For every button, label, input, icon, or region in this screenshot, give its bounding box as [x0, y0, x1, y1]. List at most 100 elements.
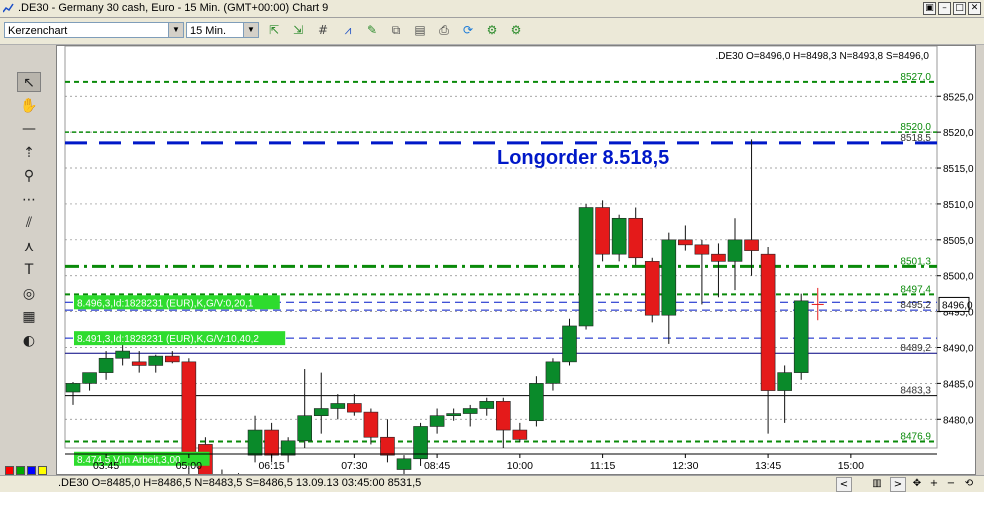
- color-swatch[interactable]: [38, 466, 47, 475]
- line-tool-icon[interactable]: —: [17, 119, 41, 139]
- status-text: .DE30 O=8485,0 H=8486,5 N=8483,5 S=8486,…: [58, 477, 422, 489]
- candle-body: [562, 325, 577, 363]
- window-title: .DE30 - Germany 30 cash, Euro - 15 Min. …: [18, 2, 329, 14]
- zoom-out-icon[interactable]: ⇲: [290, 23, 306, 38]
- zoom-in-button[interactable]: +: [927, 477, 941, 490]
- x-tick-label: 10:00: [507, 460, 533, 472]
- candle-body: [82, 372, 97, 384]
- chart-type-select[interactable]: Kerzenchart ▼: [4, 22, 184, 38]
- candle-body: [264, 429, 279, 456]
- chart-area[interactable]: 8527,0 8520,0 8518,5 8501,3 8497,4 8495,2 8489…: [56, 45, 976, 475]
- color-swatch[interactable]: [5, 466, 14, 475]
- status-bar: .DE30 O=8485,0 H=8486,5 N=8483,5 S=8486,…: [0, 475, 984, 492]
- scroll-right-button[interactable]: >: [890, 477, 906, 492]
- y-tick-label: 8515,0: [943, 164, 974, 175]
- minimize-button[interactable]: –: [938, 2, 951, 15]
- restore-button[interactable]: ▣: [923, 2, 936, 15]
- x-tick-label: 06:15: [258, 460, 284, 472]
- candle-body: [495, 401, 511, 431]
- level-label: 8520,0: [900, 122, 931, 133]
- fibonacci-tool-icon[interactable]: ⋯: [17, 190, 41, 210]
- y-tick-label: 8485,0: [943, 379, 974, 390]
- color-swatch[interactable]: [27, 466, 36, 475]
- y-tick-label: 8480,0: [943, 415, 974, 426]
- text-tool-icon[interactable]: T: [17, 260, 41, 280]
- x-tick-label: 05:00: [176, 460, 202, 472]
- pointer-tool-icon[interactable]: ↖: [17, 72, 41, 92]
- candle-body: [297, 415, 312, 442]
- edit-icon[interactable]: ✎: [364, 23, 380, 38]
- ohlc-info: .DE30 O=8496,0 H=8498,3 N=8493,8 S=8496,…: [715, 51, 929, 62]
- candle-body: [611, 217, 627, 255]
- candle-body: [115, 350, 130, 359]
- scrollbar-icon[interactable]: ▥: [870, 477, 884, 490]
- x-tick-label: 08:45: [424, 460, 450, 472]
- level-label: 8527,0: [900, 72, 931, 83]
- print-icon[interactable]: ⎙: [436, 23, 452, 38]
- candle-body: [98, 357, 114, 373]
- candle-body: [148, 355, 164, 366]
- fan-tool-icon[interactable]: ⫽: [17, 213, 41, 233]
- background-area: [0, 492, 984, 525]
- level-label: 8518,5: [900, 133, 931, 144]
- candle-body: [678, 239, 693, 246]
- hand-tool-icon[interactable]: ✋: [17, 96, 41, 116]
- candle-body: [529, 383, 544, 422]
- indicator-icon[interactable]: ⩘: [340, 23, 356, 38]
- candle-body: [380, 436, 395, 456]
- x-tick-label: 11:15: [590, 460, 616, 472]
- alert-tool-icon[interactable]: ◐: [17, 331, 41, 351]
- chart-type-value: Kerzenchart: [8, 25, 68, 37]
- candle-body: [363, 411, 379, 438]
- arrow-tool-icon[interactable]: ⇡: [17, 143, 41, 163]
- maximize-button[interactable]: □: [953, 2, 966, 15]
- level-label: 8483,3: [900, 386, 931, 397]
- level-label: 8495,2: [900, 300, 931, 311]
- template-icon[interactable]: ▤: [412, 23, 428, 38]
- timeframe-select[interactable]: 15 Min. ▼: [186, 22, 259, 38]
- candle-body: [777, 372, 792, 391]
- pan-icon[interactable]: ✥: [910, 477, 924, 490]
- candle-body: [131, 361, 147, 366]
- chart-app-icon: [3, 3, 14, 13]
- candle-body: [181, 361, 197, 463]
- pitchfork-tool-icon[interactable]: ⋏: [17, 237, 41, 257]
- level-label: 8476,9: [900, 432, 931, 443]
- settings2-icon[interactable]: ⚙: [508, 23, 524, 38]
- candle-body: [793, 300, 809, 373]
- chevron-down-icon: ▼: [168, 23, 183, 37]
- current-price-label: 8496,0: [942, 300, 973, 311]
- close-button[interactable]: ✕: [968, 2, 981, 15]
- calculator-tool-icon[interactable]: ▦: [17, 307, 41, 327]
- order-label: 8.491,3,Id:1828231 (EUR),K,G/V:10,40,2: [77, 334, 259, 345]
- refresh-icon[interactable]: ⟳: [460, 23, 476, 38]
- reset-zoom-button[interactable]: ⟲: [962, 477, 976, 490]
- zoom-out-button[interactable]: −: [944, 477, 958, 490]
- candle-body: [512, 429, 528, 440]
- candle-body: [479, 401, 495, 409]
- compare-icon[interactable]: ⧉: [388, 23, 404, 38]
- candle-body: [545, 361, 561, 384]
- scroll-left-button[interactable]: <: [836, 477, 852, 492]
- candlestick-chart[interactable]: 8527,08520,08518,58501,38497,48495,28489…: [57, 46, 975, 474]
- y-tick-label: 8510,0: [943, 200, 974, 211]
- toolbar: Kerzenchart ▼ 15 Min. ▼ ⇱ ⇲ # ⩘ ✎ ⧉ ▤ ⎙ …: [0, 18, 984, 45]
- candle-body: [661, 239, 677, 316]
- candle-body: [760, 253, 776, 391]
- zoom-in-icon[interactable]: ⇱: [266, 23, 282, 38]
- x-tick-label: 03:45: [93, 460, 119, 472]
- candle-body: [347, 403, 362, 413]
- grid-icon[interactable]: #: [315, 23, 331, 38]
- y-tick-label: 8490,0: [943, 344, 974, 355]
- longorder-annotation: Longorder 8.518,5: [497, 147, 669, 169]
- level-label: 8497,4: [900, 284, 931, 295]
- candle-body: [165, 355, 180, 363]
- zoom-tool-icon[interactable]: ⚲: [17, 166, 41, 186]
- cycle-tool-icon[interactable]: ◎: [17, 284, 41, 304]
- candle-body: [247, 429, 263, 456]
- settings-icon[interactable]: ⚙: [484, 23, 500, 38]
- y-tick-label: 8500,0: [943, 272, 974, 283]
- candle-body: [396, 458, 412, 470]
- color-swatch[interactable]: [16, 466, 25, 475]
- candle-body: [694, 244, 710, 255]
